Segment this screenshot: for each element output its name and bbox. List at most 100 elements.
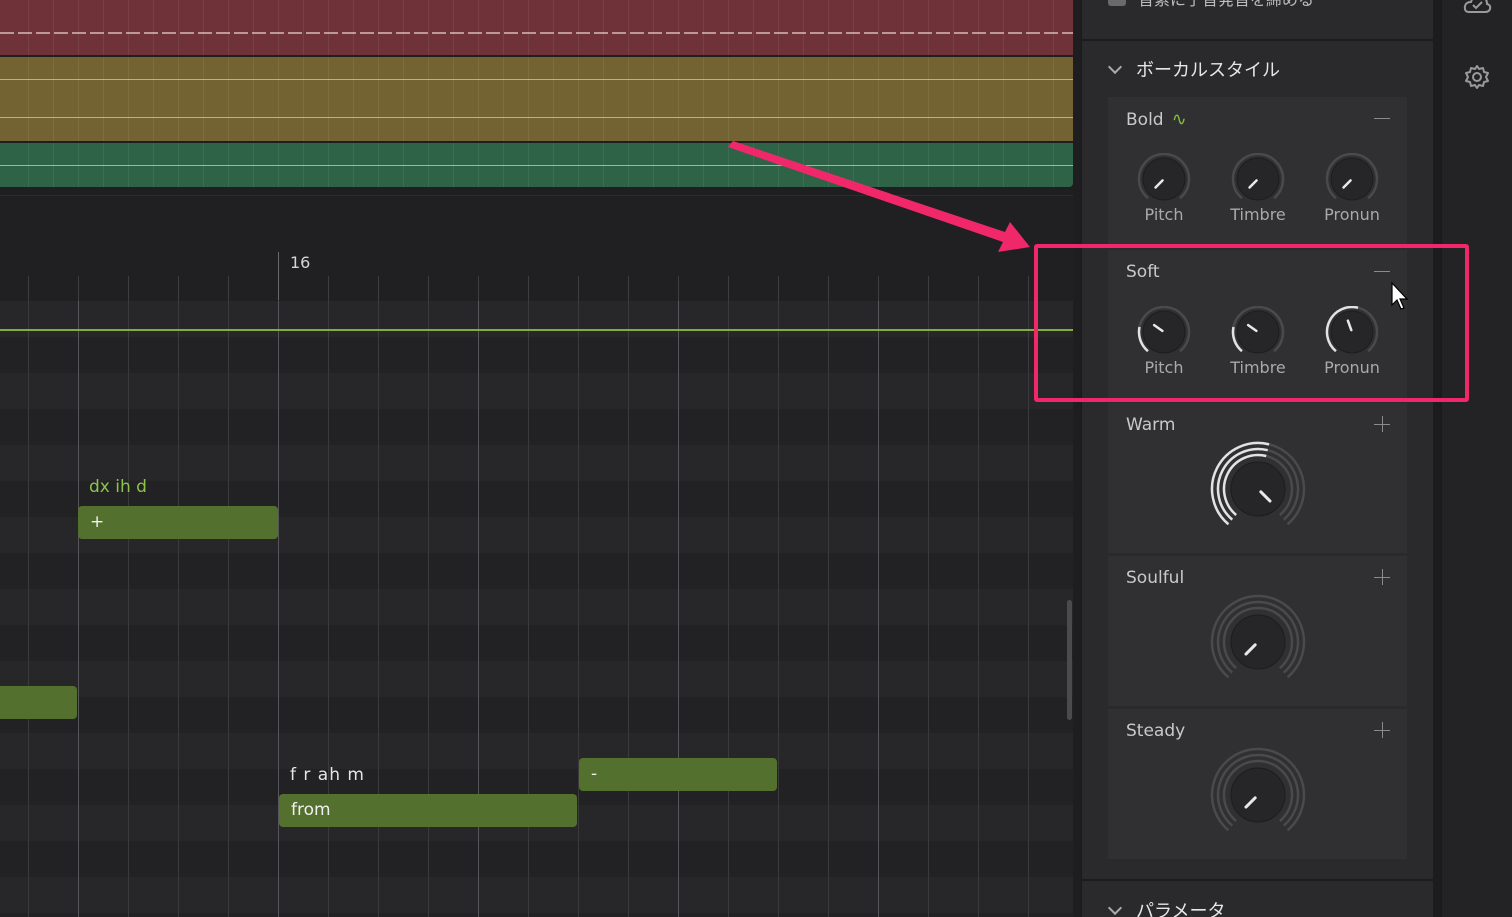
vertical-scrollbar[interactable] [1067,600,1072,720]
lane-grid-line [203,57,204,141]
lane-grid-line [28,0,29,55]
lane-grid-line [153,57,154,141]
lane-grid-line [253,57,254,141]
lane-grid-line [878,57,879,141]
grid-beat-line [178,301,179,917]
ruler-tick [228,276,229,301]
section-title: パラメータ [1136,901,1226,917]
grid-beat-line [978,301,979,917]
note-block[interactable]: + [78,506,278,539]
wave-icon: ∿ [1171,109,1187,130]
grid-beat-line [728,301,729,917]
lane-red[interactable] [0,0,1073,55]
lane-grid-line [553,57,554,141]
chevron-down-icon [1107,900,1123,916]
lane-grid-line [978,57,979,141]
lane-grid-line [228,0,229,55]
lane-grid-line [453,57,454,141]
grid-row [0,841,1073,877]
lane-grid-line [178,57,179,141]
lane-yellow[interactable] [0,57,1073,141]
lane-grid-line [903,57,904,141]
lane-grid-line [303,0,304,55]
lane-grid-line [353,0,354,55]
style-card-warm: Warm [1108,403,1407,553]
knob-warm[interactable] [1210,441,1306,537]
parameter-section-header[interactable]: パラメータ [1107,897,1226,917]
lane-grid-line [128,57,129,141]
ruler-tick [928,276,929,301]
lane-grid-line [803,57,804,141]
grid-row [0,445,1073,481]
lane-grid-line [453,0,454,55]
lane-grid-line [653,0,654,55]
grid-row [0,733,1073,769]
gear-icon[interactable] [1462,62,1492,92]
ruler-tick [778,276,779,301]
expand-steady-button[interactable] [1373,721,1391,739]
lane-value-line [0,165,1073,166]
note-phoneme: dx ih d [89,477,147,497]
top-setting-checkbox[interactable] [1108,0,1126,6]
highlight-box [1034,244,1469,402]
expand-warm-button[interactable] [1373,415,1391,433]
lane-grid-line [578,0,579,55]
lane-grid-line [528,0,529,55]
knob-graphic [1210,747,1306,832]
lane-grid-line [428,0,429,55]
lane-grid-line [728,0,729,55]
cloud-check-icon[interactable] [1462,0,1492,20]
style-title-bold: Bold ∿ [1126,109,1187,130]
lane-grid-line [603,0,604,55]
grid-row [0,589,1073,625]
lane-grid-line [503,0,504,55]
lane-grid-line [603,57,604,141]
style-card-steady: Steady [1108,709,1407,859]
lane-grid-line [528,57,529,141]
section-divider [1082,879,1434,881]
grid-beat-line [828,301,829,917]
ruler-tick [378,276,379,301]
knob-label: Pitch [1144,205,1184,224]
lane-grid-line [303,57,304,141]
vocal-style-section-header[interactable]: ボーカルスタイル [1107,56,1280,82]
style-name: Bold [1126,110,1164,130]
timeline-ruler[interactable] [0,195,1073,302]
lane-grid-line [803,0,804,55]
ruler-tick [478,276,479,301]
lane-grid-line [703,0,704,55]
note-block[interactable]: from [279,794,577,827]
lane-grid-line [1053,57,1054,141]
lane-grid-line [278,0,279,55]
knob-steady[interactable] [1210,747,1306,843]
knob-soulful[interactable] [1210,594,1306,690]
lane-green[interactable] [0,143,1073,187]
piano-roll-editor[interactable]: 16 dx ih d + f r ah m from - [0,0,1074,917]
lane-grid-line [328,0,329,55]
lane-grid-line [478,57,479,141]
ruler-tick [728,276,729,301]
grid-row [0,373,1073,409]
lane-grid-line [203,0,204,55]
lane-grid-line [853,0,854,55]
ruler-tick [828,276,829,301]
note-block[interactable] [0,686,77,719]
expand-soulful-button[interactable] [1373,568,1391,586]
ruler-tick [28,276,29,301]
collapse-bold-button[interactable] [1373,109,1391,127]
section-title: ボーカルスタイル [1136,60,1280,81]
knob-body [1142,157,1186,201]
grid-beat-line [778,301,779,917]
lane-grid-line [278,57,279,141]
style-title-warm: Warm [1126,415,1176,435]
section-divider [1082,39,1434,41]
grid-beat-line [228,301,229,917]
grid-row [0,661,1073,697]
lane-grid-line [178,0,179,55]
lane-value-line [0,79,1073,80]
knob-body [1330,157,1374,201]
ruler-tick [1028,276,1029,301]
ruler-tick [328,276,329,301]
note-block[interactable]: - [579,758,777,791]
ruler-tick [628,276,629,301]
